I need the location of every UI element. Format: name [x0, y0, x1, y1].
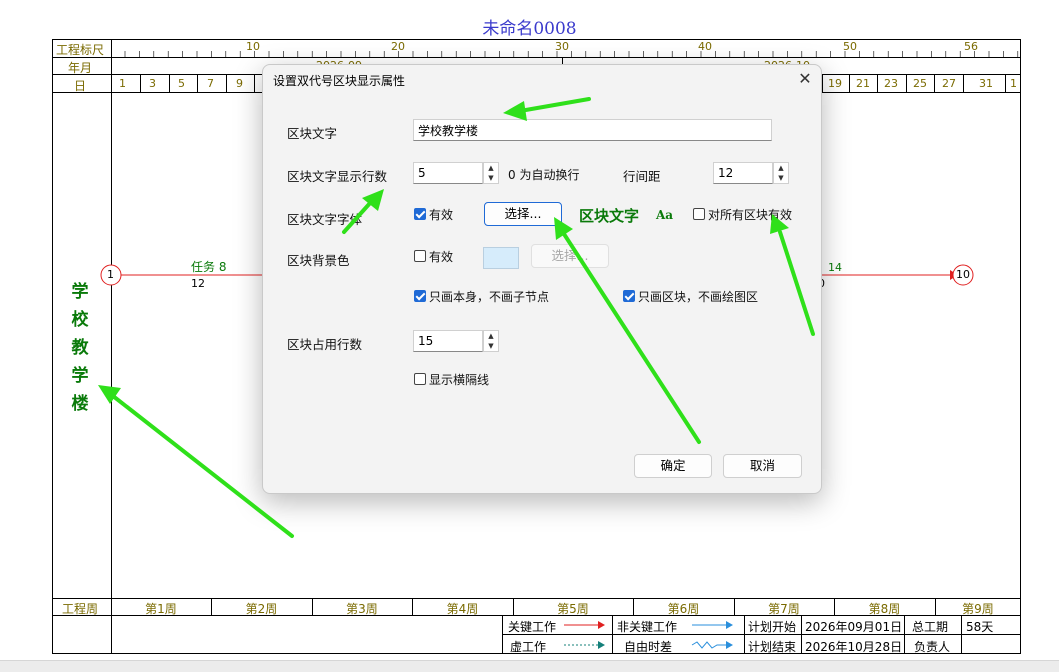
- annotation-arrow: [111, 394, 294, 538]
- annotation-arrow: [562, 232, 701, 444]
- annotation-arrows: [98, 97, 815, 538]
- annotation-arrowhead: [770, 214, 789, 234]
- annotation-arrowhead: [503, 101, 527, 121]
- annotation-arrow: [518, 97, 591, 113]
- annotation-arrow: [778, 230, 815, 336]
- annotation-arrow: [342, 200, 373, 234]
